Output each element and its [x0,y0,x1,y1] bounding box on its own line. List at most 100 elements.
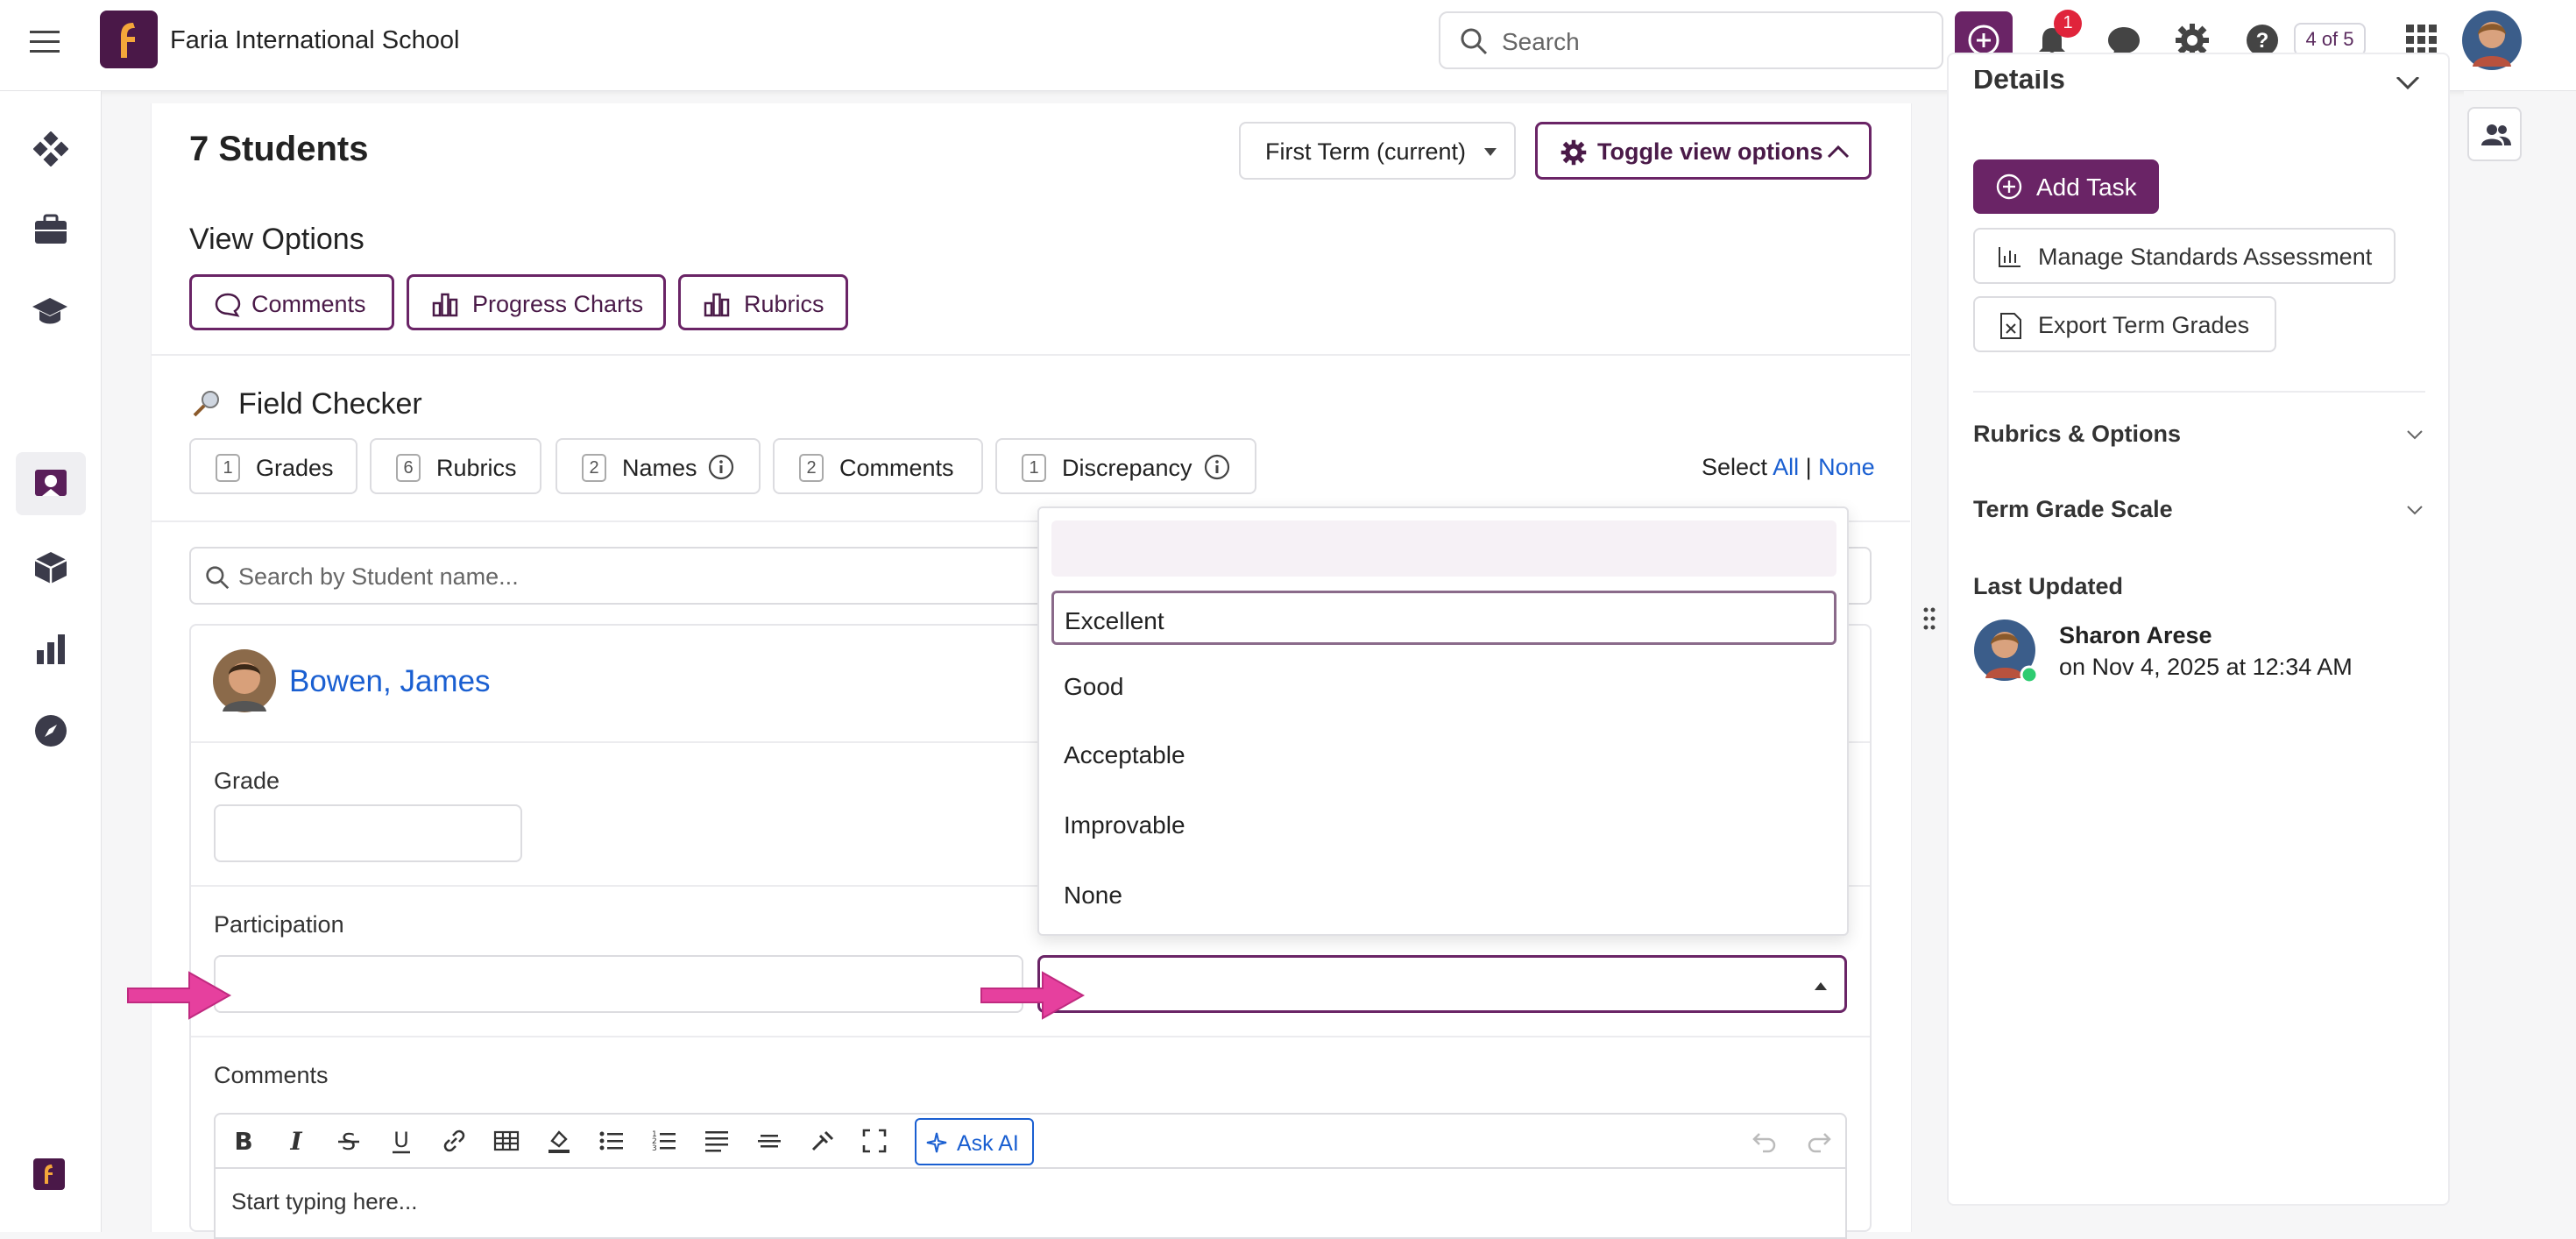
chevron-down-icon[interactable] [2406,429,2424,442]
student-count-title: 7 Students [189,130,369,168]
manage-standards-button[interactable]: Manage Standards Assessment [1973,228,2396,284]
sidebar-active-item[interactable] [16,452,86,515]
comments-chip-label: Comments [839,455,954,481]
clear-format-icon[interactable] [808,1127,836,1155]
option-improvable[interactable]: Improvable [1064,811,1185,839]
rubrics-view-button[interactable]: Rubrics [678,274,848,330]
horizontal-rule-icon[interactable] [755,1127,783,1155]
participation-rating-select[interactable] [1037,955,1847,1013]
grades-count: 1 [216,454,240,482]
participation-input[interactable] [214,955,1023,1013]
select-none-link[interactable]: None [1818,454,1875,480]
toggle-view-options-button[interactable]: Toggle view options [1535,122,1872,180]
sidebar-chart-icon[interactable] [35,633,67,664]
progress-charts-view-button[interactable]: Progress Charts [407,274,666,330]
select-separator: | [1805,454,1812,480]
bullet-list-icon[interactable] [598,1127,626,1155]
hamburger-menu-icon[interactable] [30,28,61,56]
annotation-arrow-icon [124,967,235,1023]
field-checker-title: Field Checker [238,387,422,421]
option-none[interactable]: None [1064,881,1122,910]
close-icon[interactable] [2396,77,2420,93]
comments-checker-chip[interactable]: 2 Comments [773,438,983,494]
gear-icon [1560,139,1587,166]
plus-circle-icon [1996,173,2022,200]
discrepancy-checker-chip[interactable]: 1 Discrepancy [995,438,1256,494]
italic-icon[interactable]: I [282,1127,310,1155]
term-select[interactable]: First Term (current) [1239,122,1516,180]
annotation-arrow-icon [978,967,1088,1023]
excel-file-icon [1999,312,2022,340]
search-icon [205,565,230,590]
bold-icon[interactable]: B [230,1127,258,1155]
align-icon[interactable] [703,1127,731,1155]
global-search-input[interactable]: Search [1439,11,1943,69]
comments-view-button[interactable]: Comments [189,274,394,330]
updater-avatar [1973,619,2040,685]
comments-count: 2 [799,454,824,482]
school-logo-icon[interactable] [100,11,158,68]
select-all-none: Select All | None [1702,454,1875,481]
updated-date: on Nov 4, 2025 at 12:34 AM [2059,654,2353,680]
redo-icon[interactable] [1805,1127,1833,1155]
undo-icon[interactable] [1751,1127,1779,1155]
ask-ai-button[interactable]: Ask AI [915,1118,1034,1165]
people-rail-button[interactable] [2467,107,2522,161]
term-select-value: First Term (current) [1265,138,1467,165]
dropdown-option-highlighted[interactable]: Excellent [1051,591,1836,645]
sidebar-dashboard-icon[interactable] [33,131,68,166]
drag-handle-icon[interactable] [1922,606,1936,631]
sidebar-faria-logo-icon[interactable] [33,1158,65,1190]
rubrics-options-accordion[interactable]: Rubrics & Options [1973,421,2181,448]
svg-text:?: ? [2256,29,2269,53]
sidebar-graduation-cap-icon[interactable] [32,296,68,328]
apps-grid-icon[interactable] [2406,25,2438,56]
sidebar-compass-icon[interactable] [33,713,68,748]
tour-pager[interactable]: 4 of 5 [2294,23,2366,56]
search-placeholder: Search [1502,28,1580,55]
editor-toolbar: B I S U 123 Ask AI [214,1113,1847,1169]
dropdown-filter-bar[interactable] [1051,520,1836,577]
highlight-icon[interactable] [545,1127,573,1155]
select-all-link[interactable]: All [1773,454,1799,480]
user-avatar[interactable] [2460,9,2523,72]
strikethrough-icon[interactable]: S [335,1127,363,1155]
sidebar-box-icon[interactable] [33,550,68,585]
svg-text:U: U [393,1128,409,1152]
caret-up-icon [1815,981,1827,990]
option-good[interactable]: Good [1064,673,1124,701]
search-icon [1460,27,1488,55]
add-task-label: Add Task [2036,173,2137,201]
updater-name: Sharon Arese [2059,622,2212,648]
grade-input[interactable] [214,804,522,862]
export-term-grades-label: Export Term Grades [2038,312,2250,338]
names-count: 2 [582,454,606,482]
svg-text:B: B [234,1127,252,1155]
notification-badge: 1 [2054,10,2082,38]
grades-checker-chip[interactable]: 1 Grades [189,438,357,494]
table-icon[interactable] [492,1127,520,1155]
info-icon[interactable] [708,454,734,480]
term-grade-scale-accordion[interactable]: Term Grade Scale [1973,496,2173,523]
fullscreen-icon[interactable] [860,1127,888,1155]
rubrics-view-label: Rubrics [744,291,824,317]
add-task-button[interactable]: Add Task [1973,159,2159,214]
option-acceptable[interactable]: Acceptable [1064,741,1185,769]
svg-text:3: 3 [652,1144,657,1153]
info-icon[interactable] [1204,454,1230,480]
rubrics-count: 6 [396,454,421,482]
link-icon[interactable] [440,1127,468,1155]
names-checker-chip[interactable]: 2 Names [556,438,761,494]
comment-editor[interactable]: Start typing here... [214,1169,1847,1239]
rubrics-checker-chip[interactable]: 6 Rubrics [370,438,541,494]
school-name[interactable]: Faria International School [170,26,459,55]
student-name-link[interactable]: Bowen, James [289,664,491,699]
comment-bubble-icon [215,293,241,317]
sidebar-briefcase-icon[interactable] [33,214,68,245]
export-term-grades-button[interactable]: Export Term Grades [1973,296,2276,352]
names-chip-label: Names [622,455,697,481]
chevron-down-icon[interactable] [2406,505,2424,517]
numbered-list-icon[interactable]: 123 [650,1127,678,1155]
sparkle-icon [925,1131,948,1154]
underline-icon[interactable]: U [387,1127,415,1155]
